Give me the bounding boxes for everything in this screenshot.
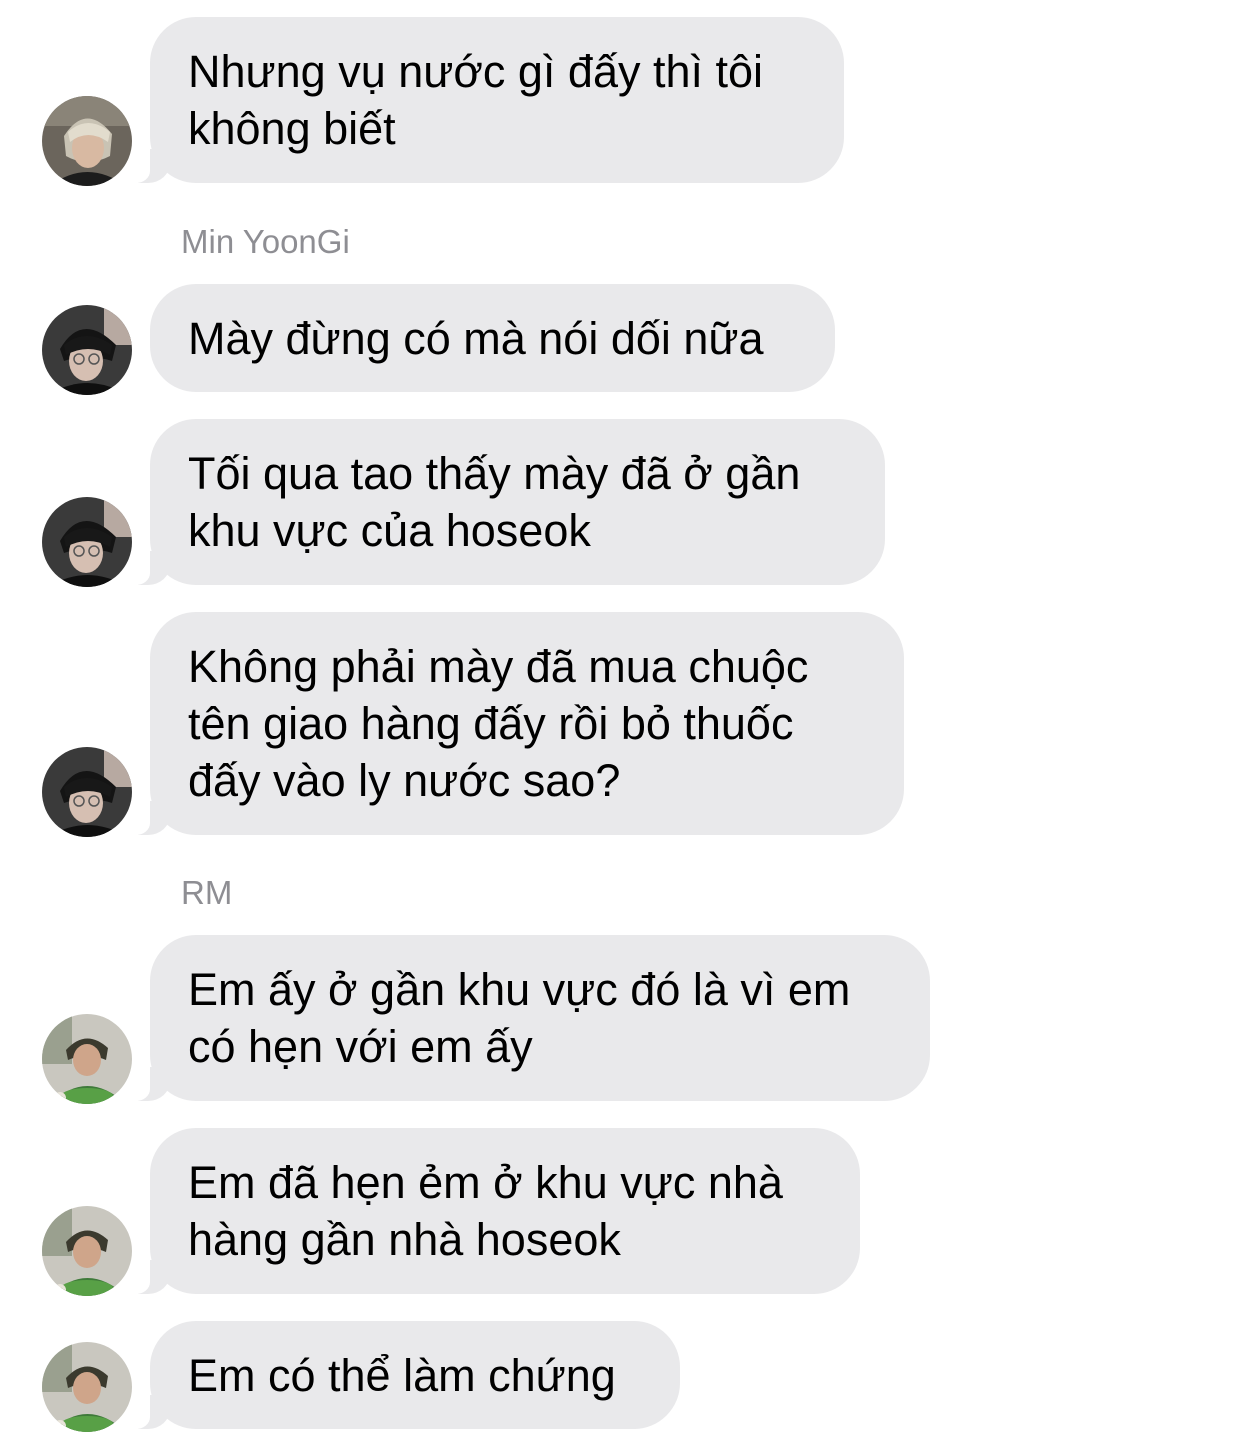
message-bubble[interactable]: Nhưng vụ nước gì đấy thì tôi không biết xyxy=(122,17,844,183)
message-bubble[interactable]: Mày đừng có mà nói dối nữa xyxy=(150,284,835,392)
message-bubble[interactable]: Em ấy ở gần khu vực đó là vì em có hẹn v… xyxy=(122,935,930,1101)
message-text: Không phải mày đã mua chuộc tên giao hàn… xyxy=(188,641,809,806)
sender-name: Min YoonGi xyxy=(181,223,350,260)
avatar-photo-icon xyxy=(42,1206,132,1296)
avatar[interactable] xyxy=(42,1342,132,1432)
avatar-photo-icon xyxy=(42,1342,132,1432)
message-text: Em đã hẹn ẻm ở khu vực nhà hàng gần nhà … xyxy=(188,1157,783,1265)
message-bubble[interactable]: Em đã hẹn ẻm ở khu vực nhà hàng gần nhà … xyxy=(122,1128,860,1294)
avatar-photo-icon xyxy=(42,1014,132,1104)
message-bubble[interactable]: Tối qua tao thấy mày đã ở gần khu vực củ… xyxy=(122,419,885,585)
avatar[interactable] xyxy=(42,1014,132,1104)
avatar[interactable] xyxy=(42,1206,132,1296)
avatar[interactable] xyxy=(42,497,132,587)
avatar-photo-icon xyxy=(42,497,132,587)
avatar-photo-icon xyxy=(42,96,132,186)
message-bubble[interactable]: Em có thể làm chứng xyxy=(122,1321,680,1429)
message-text: Em ấy ở gần khu vực đó là vì em có hẹn v… xyxy=(188,964,851,1072)
avatar-photo-icon xyxy=(42,747,132,837)
message-text: Nhưng vụ nước gì đấy thì tôi không biết xyxy=(188,46,764,154)
message-text: Em có thể làm chứng xyxy=(188,1349,616,1401)
message-text: Tối qua tao thấy mày đã ở gần khu vực củ… xyxy=(188,448,801,556)
message-text: Mày đừng có mà nói dối nữa xyxy=(188,312,764,364)
avatar-photo-icon xyxy=(42,305,132,395)
message-bubble[interactable]: Không phải mày đã mua chuộc tên giao hàn… xyxy=(122,612,904,835)
avatar[interactable] xyxy=(42,305,132,395)
avatar[interactable] xyxy=(42,96,132,186)
avatar[interactable] xyxy=(42,747,132,837)
sender-name: RM xyxy=(181,874,233,911)
